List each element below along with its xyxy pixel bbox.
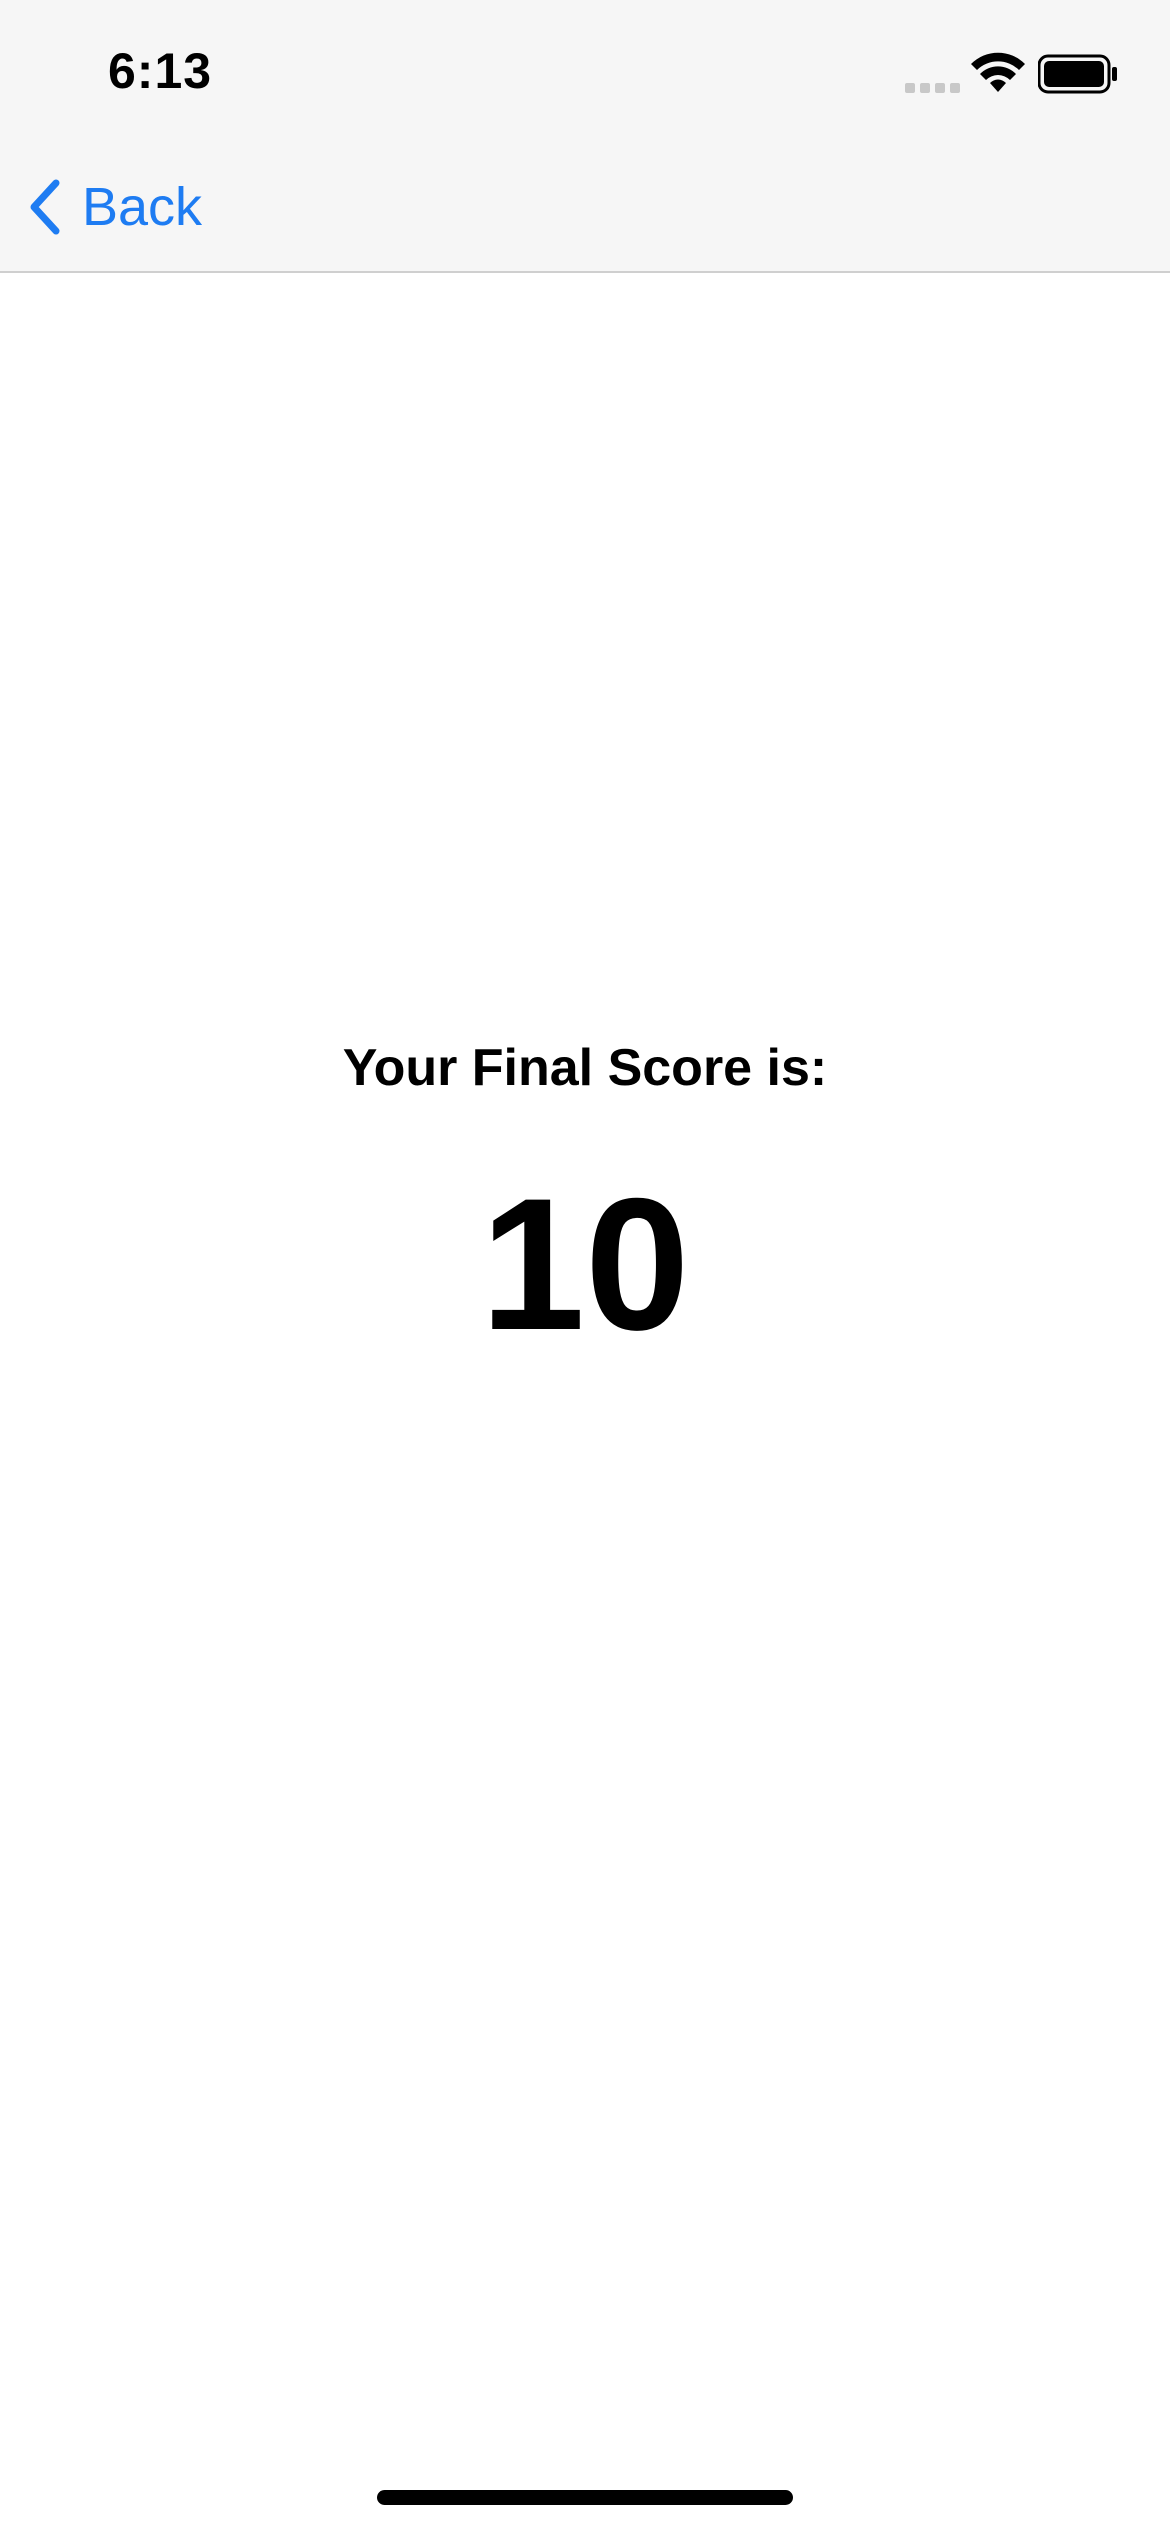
score-title: Your Final Score is: bbox=[342, 1039, 828, 1097]
chevron-left-icon bbox=[30, 179, 60, 235]
signal-icon bbox=[905, 83, 960, 93]
back-label: Back bbox=[82, 177, 203, 237]
home-indicator[interactable] bbox=[377, 2490, 793, 2505]
top-bar: 6:13 Back bbox=[0, 0, 1170, 273]
app-screen: 6:13 Back Your Final Score is: 10 bbox=[0, 0, 1170, 2532]
battery-icon bbox=[1038, 54, 1117, 94]
wifi-icon bbox=[971, 52, 1025, 92]
score-value: 10 bbox=[480, 1159, 690, 1369]
back-button[interactable]: Back bbox=[24, 170, 202, 244]
status-time: 6:13 bbox=[108, 43, 213, 99]
